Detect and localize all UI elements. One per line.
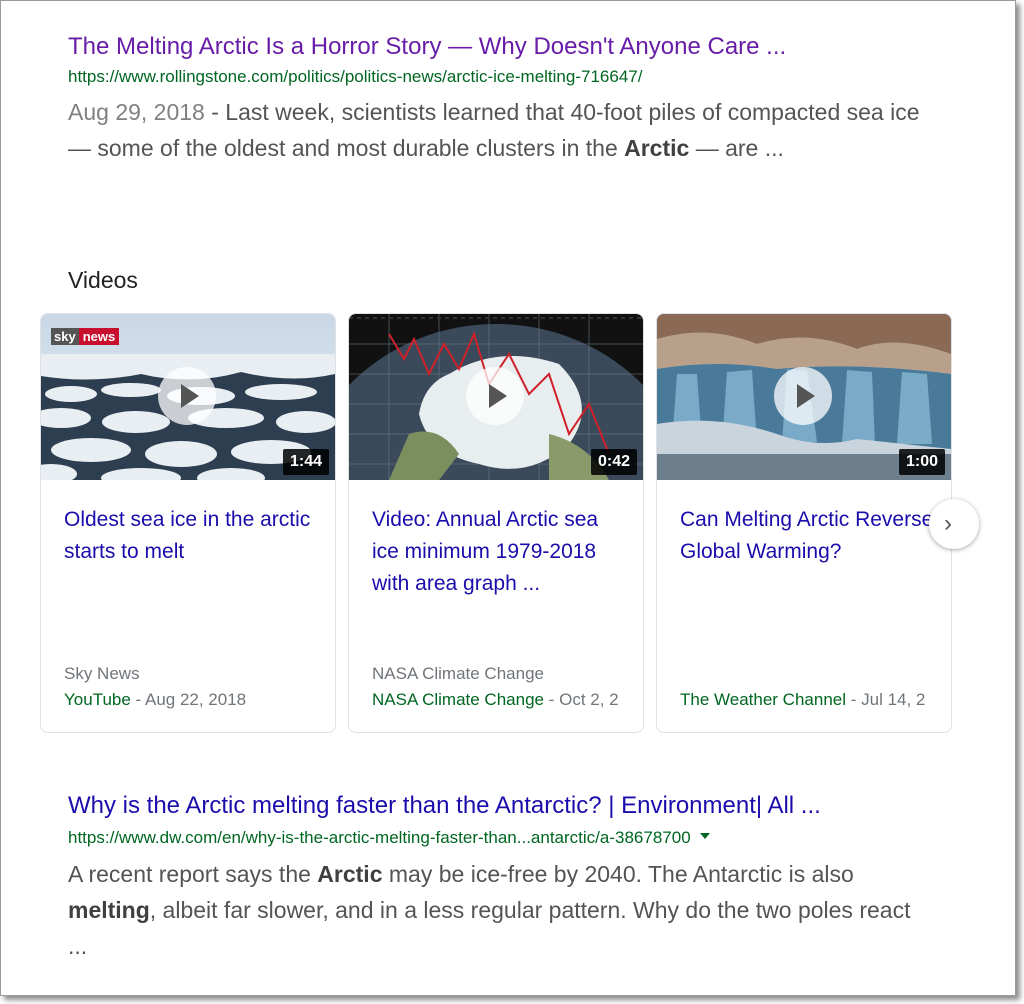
search-result: Why is the Arctic melting faster than th… [68,791,928,964]
video-publisher: The Weather Channel [680,690,847,709]
snippet-highlight: Arctic [624,135,690,161]
snippet-highlight: Arctic [317,861,383,887]
result-snippet: Aug 29, 2018 - Last week, scientists lea… [68,94,928,166]
video-date: - Aug 22, 2018 [130,690,247,709]
video-card[interactable]: 0:42 Video: Annual Arctic sea ice minimu… [348,313,644,733]
result-title-link[interactable]: Why is the Arctic melting faster than th… [68,791,928,821]
video-date: - Oct 2, 2 [543,690,619,709]
sky-news-logo: sky news [51,326,120,346]
video-title[interactable]: Can Melting Arctic Reverse Global Warmin… [680,504,935,568]
result-url-row: https://www.dw.com/en/why-is-the-arctic-… [68,827,928,849]
video-meta: YouTube - Aug 22, 2018 [64,690,246,710]
video-title[interactable]: Video: Annual Arctic sea ice minimum 197… [372,504,627,600]
snippet-text: — are ... [689,135,784,161]
snippet-text: A recent report says the [68,861,318,887]
video-thumbnail[interactable]: sky news 1:44 [41,314,335,480]
result-title-link[interactable]: The Melting Arctic Is a Horror Story — W… [68,32,928,62]
video-meta: NASA Climate Change - Oct 2, 2 [372,690,619,710]
video-title[interactable]: Oldest sea ice in the arctic starts to m… [64,504,319,568]
dropdown-arrow-icon[interactable] [699,832,710,839]
snippet-highlight: melting [68,897,150,923]
snippet-text: may be ice-free by 2040. The Antarctic i… [382,861,854,887]
video-card[interactable]: sky news 1:44 Oldest sea ice in the arcti… [40,313,336,733]
video-carousel: sky news 1:44 Oldest sea ice in the arcti… [40,313,960,733]
carousel-next-button[interactable]: › [929,499,979,549]
play-icon[interactable] [774,367,832,425]
video-meta: The Weather Channel - Jul 14, 2 [680,690,925,710]
video-date: - Jul 14, 2 [846,690,926,709]
result-snippet: A recent report says the Arctic may be i… [68,856,928,964]
snippet-text: , albeit far slower, and in a less regul… [68,897,911,959]
video-card[interactable]: 1:00 Can Melting Arctic Reverse Global W… [656,313,952,733]
video-duration: 1:00 [898,449,945,475]
video-thumbnail[interactable]: 0:42 [349,314,643,480]
play-icon[interactable] [158,367,216,425]
video-publisher: YouTube [64,690,131,709]
play-icon[interactable] [466,367,524,425]
result-url[interactable]: https://www.rollingstone.com/politics/po… [68,66,928,88]
result-url[interactable]: https://www.dw.com/en/why-is-the-arctic-… [68,828,691,847]
chevron-right-icon: › [944,510,952,537]
search-results-panel: The Melting Arctic Is a Horror Story — W… [0,0,1016,996]
video-source: Sky News [64,664,140,683]
videos-heading: Videos [68,267,138,293]
video-duration: 1:44 [282,449,329,475]
video-duration: 0:42 [590,449,637,475]
video-publisher: NASA Climate Change [372,690,544,709]
search-result: The Melting Arctic Is a Horror Story — W… [68,32,928,166]
result-date: Aug 29, 2018 [68,99,205,125]
video-source: NASA Climate Change [372,664,544,683]
video-thumbnail[interactable]: 1:00 [657,314,951,480]
